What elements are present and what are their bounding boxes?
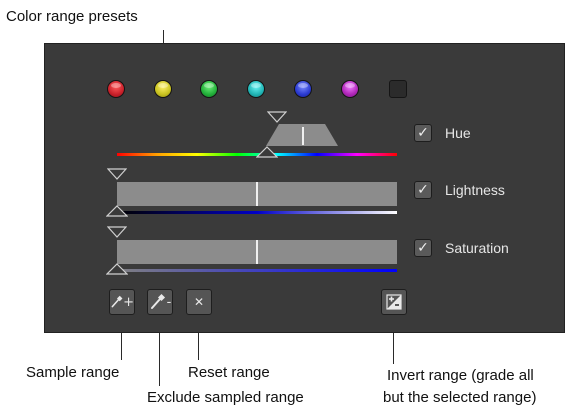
exclude-minus-glyph: -	[166, 294, 172, 310]
lightness-checkbox[interactable]: ✓	[414, 181, 432, 199]
preset-green[interactable]	[200, 80, 218, 98]
hue-checkbox[interactable]: ✓	[414, 124, 432, 142]
callout-invert-range-line2: but the selected range)	[383, 389, 537, 406]
lightness-top-handle[interactable]	[107, 168, 127, 180]
invert-range-icon	[386, 294, 402, 310]
callout-reset-range: Reset range	[188, 364, 270, 381]
lightness-bottom-handle[interactable]	[106, 205, 128, 217]
saturation-center-marker	[256, 240, 258, 264]
lightness-gradient-bar	[117, 211, 397, 214]
close-icon: ✕	[193, 295, 205, 309]
hue-bottom-handle[interactable]	[256, 146, 278, 158]
preset-yellow[interactable]	[154, 80, 172, 98]
saturation-label: Saturation	[445, 240, 509, 256]
callout-invert-range-line1: Invert range (grade all	[387, 367, 534, 384]
lightness-center-marker	[256, 182, 258, 206]
hue-center-marker	[302, 127, 304, 145]
callout-sample-range: Sample range	[26, 364, 120, 381]
exclude-sampled-range-button[interactable]: -	[147, 289, 173, 315]
color-range-panel: ✓ Hue ✓ Lightness ✓ Saturation + - ✕	[44, 43, 565, 333]
hue-label: Hue	[445, 125, 471, 141]
lightness-label: Lightness	[445, 182, 505, 198]
callout-color-range-presets: Color range presets	[6, 8, 138, 25]
preset-red[interactable]	[107, 80, 125, 98]
saturation-bottom-handle[interactable]	[106, 263, 128, 275]
saturation-checkbox[interactable]: ✓	[414, 239, 432, 257]
reset-range-button[interactable]: ✕	[186, 289, 212, 315]
preset-none[interactable]	[389, 80, 407, 98]
preset-magenta[interactable]	[341, 80, 359, 98]
sample-range-button[interactable]: +	[109, 289, 135, 315]
saturation-top-handle[interactable]	[107, 226, 127, 238]
hue-top-handle[interactable]	[267, 111, 287, 123]
saturation-gradient-bar	[117, 269, 397, 272]
invert-range-button[interactable]	[381, 289, 407, 315]
callout-exclude-sampled-range: Exclude sampled range	[147, 389, 304, 406]
sample-plus-glyph: +	[123, 294, 134, 310]
preset-cyan[interactable]	[247, 80, 265, 98]
preset-blue[interactable]	[294, 80, 312, 98]
